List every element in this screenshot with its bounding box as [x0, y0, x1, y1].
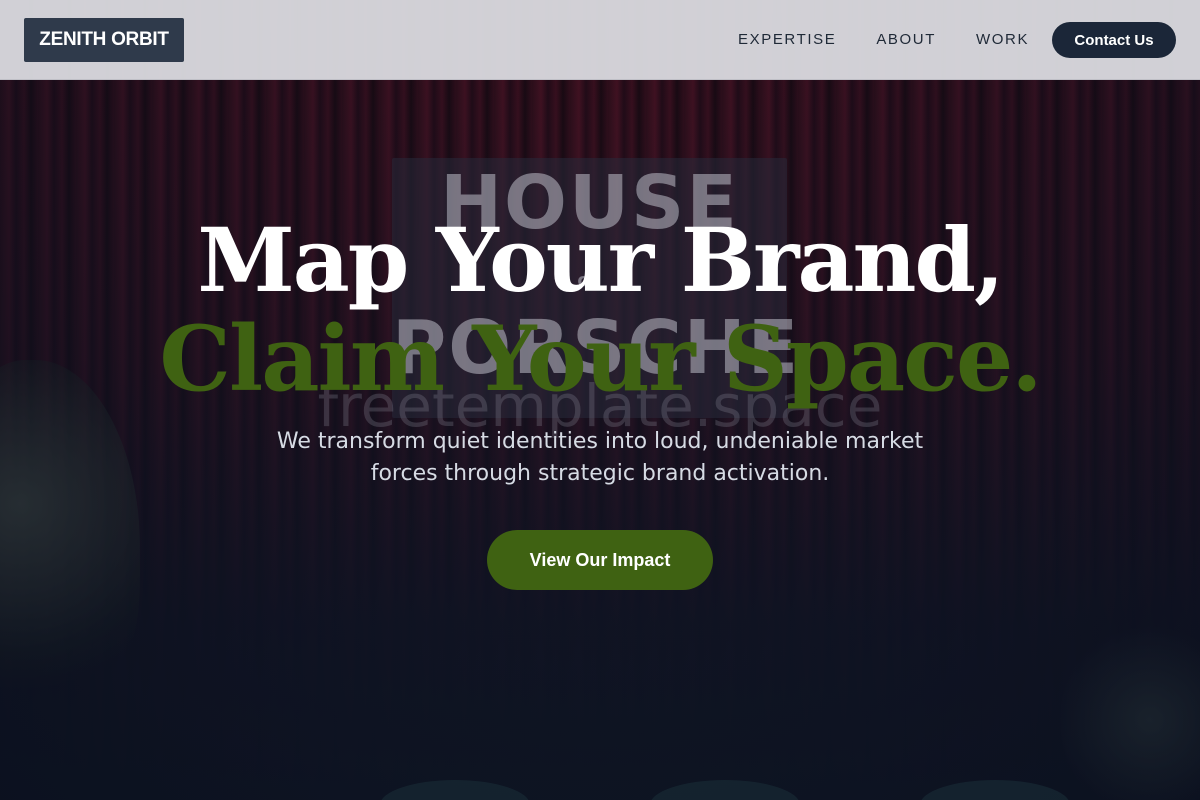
hero-subtext: We transform quiet identities into loud,…	[276, 429, 924, 486]
top-navbar: ZENITH ORBIT EXPERTISE ABOUT WORK Contac…	[0, 0, 1200, 80]
nav-link-about[interactable]: ABOUT	[876, 31, 936, 48]
hero-headline-line-1: Map Your Brand,	[197, 208, 1004, 312]
contact-us-button[interactable]: Contact Us	[1052, 22, 1176, 58]
nav-link-work[interactable]: WORK	[976, 31, 1029, 48]
hero-headline-line-2: Claim Your Space.	[159, 306, 1042, 412]
nav-links: EXPERTISE ABOUT WORK	[738, 31, 1069, 48]
view-our-impact-button[interactable]: View Our Impact	[487, 530, 713, 590]
brand-logo[interactable]: ZENITH ORBIT	[24, 18, 184, 62]
nav-link-expertise[interactable]: EXPERTISE	[738, 31, 836, 48]
